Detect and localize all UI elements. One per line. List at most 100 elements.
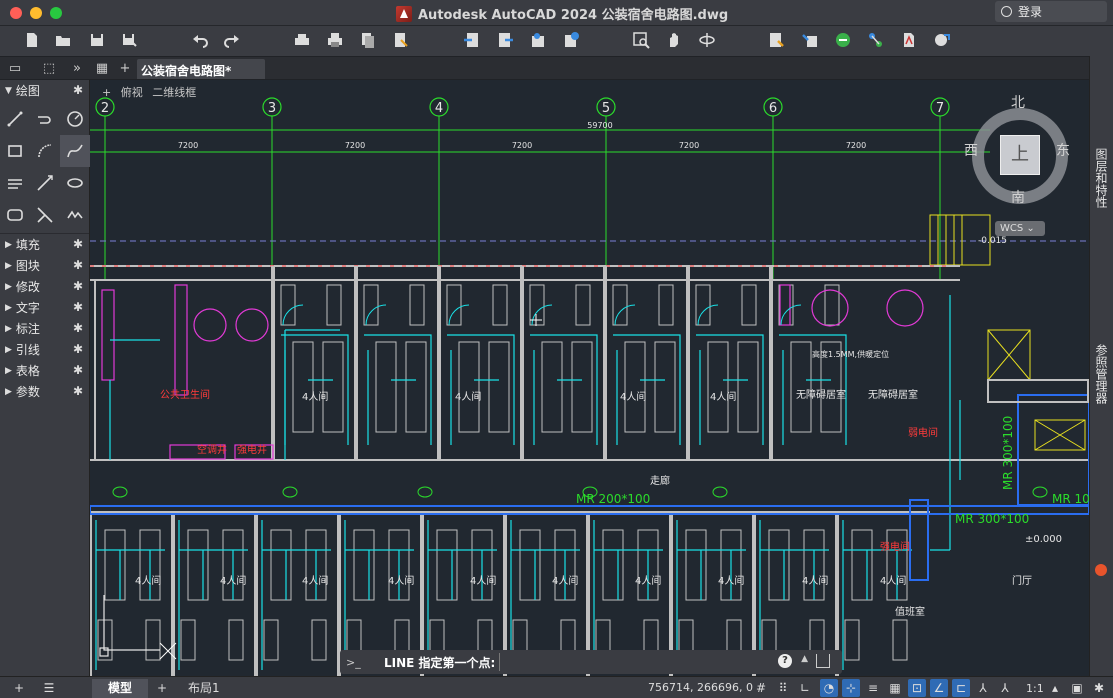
compass-west[interactable]: 西: [964, 140, 978, 160]
chevron-down-icon[interactable]: ▴: [1046, 679, 1064, 697]
circle-tool-icon[interactable]: [60, 103, 90, 135]
pan-icon[interactable]: [664, 31, 684, 49]
section-text[interactable]: ▶ 文字 ✱: [0, 297, 89, 318]
open-icon[interactable]: [53, 31, 73, 49]
command-line[interactable]: >_ LINE 指定第一个点: ? ▲: [340, 650, 842, 674]
compass-north[interactable]: 北: [1011, 92, 1025, 112]
annotation-scale[interactable]: 1:1: [1024, 679, 1046, 698]
gear-icon[interactable]: ✱: [73, 363, 83, 377]
help-icon[interactable]: ?: [778, 654, 792, 668]
command-prompt-icon[interactable]: >_: [340, 656, 380, 669]
osnap-icon[interactable]: ⊹: [842, 679, 860, 697]
ref-icon[interactable]: [561, 31, 581, 49]
list-icon[interactable]: ☰: [40, 679, 58, 697]
minimize-window-button[interactable]: [30, 7, 42, 19]
ortho-icon[interactable]: ∟: [796, 679, 814, 697]
viewcube-top-face[interactable]: 上: [1000, 135, 1040, 175]
layer-icon[interactable]: [866, 31, 886, 49]
rectangle-tool-icon[interactable]: [0, 135, 30, 167]
orbit-icon[interactable]: [697, 31, 717, 49]
tab-document[interactable]: 公装宿舍电路图*: [137, 59, 265, 79]
gear-icon[interactable]: ✱: [1090, 679, 1108, 697]
arc-tool-icon[interactable]: [30, 135, 60, 167]
section-draw[interactable]: ▼ 绘图 ✱: [0, 80, 89, 101]
lineweight-icon[interactable]: ≡: [864, 679, 882, 697]
polar-icon[interactable]: ◔: [820, 679, 838, 697]
gear-icon[interactable]: ✱: [73, 83, 83, 97]
compass-south[interactable]: 南: [1011, 187, 1025, 207]
save-icon[interactable]: [87, 31, 107, 49]
grid-icon[interactable]: #: [752, 679, 770, 697]
gear-icon[interactable]: ✱: [73, 279, 83, 293]
redo-icon[interactable]: [222, 31, 242, 49]
attach-icon[interactable]: [528, 31, 548, 49]
viewport-menu[interactable]: +: [102, 86, 111, 99]
compass-east[interactable]: 东: [1056, 140, 1070, 160]
pdf-icon[interactable]: [899, 31, 919, 49]
close-window-button[interactable]: [10, 7, 22, 19]
annotation-icon[interactable]: ⅄: [974, 679, 992, 697]
alert-icon[interactable]: [1095, 564, 1107, 576]
section-leader[interactable]: ▶ 引线 ✱: [0, 339, 89, 360]
grid-view-icon[interactable]: ▦: [93, 60, 111, 78]
line-tool-icon[interactable]: [0, 103, 30, 135]
3d-box-icon[interactable]: ⬚: [40, 60, 58, 78]
hyperlink-icon[interactable]: [833, 31, 853, 49]
saveas-icon[interactable]: [119, 31, 139, 49]
spline-tool-icon[interactable]: [60, 135, 90, 167]
mline-tool-icon[interactable]: [0, 167, 30, 199]
revcloud-tool-icon[interactable]: [60, 199, 90, 231]
login-button[interactable]: 登录: [995, 1, 1107, 22]
section-dimension[interactable]: ▶ 标注 ✱: [0, 318, 89, 339]
new-tab-icon[interactable]: +: [116, 60, 134, 78]
batch-icon[interactable]: [391, 31, 411, 49]
viewport-rect-icon[interactable]: ▭: [6, 60, 24, 78]
layers-panel-tab[interactable]: 图层和特性: [1093, 148, 1110, 208]
chevron-up-icon[interactable]: ▲: [801, 654, 808, 664]
plot-icon[interactable]: [325, 31, 345, 49]
zoom-icon[interactable]: [631, 31, 651, 49]
view-label[interactable]: 俯视: [121, 86, 143, 99]
selection-cycling-icon[interactable]: ⊡: [908, 679, 926, 697]
fullscreen-icon[interactable]: ▣: [1068, 679, 1086, 697]
refs-panel-tab[interactable]: 参照管理器: [1093, 344, 1110, 404]
section-block[interactable]: ▶ 图块 ✱: [0, 255, 89, 276]
xline-tool-icon[interactable]: [30, 167, 60, 199]
annotation-visibility-icon[interactable]: ⅄: [996, 679, 1014, 697]
add-layout-icon[interactable]: +: [153, 679, 171, 697]
publish-icon[interactable]: [358, 31, 378, 49]
region-tool-icon[interactable]: [0, 199, 30, 231]
section-table[interactable]: ▶ 表格 ✱: [0, 360, 89, 381]
snap-icon[interactable]: ⠿: [774, 679, 792, 697]
new-icon[interactable]: [22, 31, 42, 49]
gear-icon[interactable]: ✱: [73, 237, 83, 251]
collapse-palette-icon[interactable]: »: [68, 60, 86, 78]
matchprop-icon[interactable]: [800, 31, 820, 49]
section-hatch[interactable]: ▶ 填充 ✱: [0, 234, 89, 255]
share-icon[interactable]: [816, 654, 830, 668]
properties-icon[interactable]: [767, 31, 787, 49]
sheet-icon[interactable]: [932, 31, 952, 49]
import-icon[interactable]: [462, 31, 482, 49]
gear-icon[interactable]: ✱: [73, 300, 83, 314]
ray-tool-icon[interactable]: [30, 199, 60, 231]
gear-icon[interactable]: ✱: [73, 258, 83, 272]
polyline-tool-icon[interactable]: [30, 103, 60, 135]
export-icon[interactable]: [495, 31, 515, 49]
section-parameter[interactable]: ▶ 参数 ✱: [0, 381, 89, 402]
gear-icon[interactable]: ✱: [73, 321, 83, 335]
ellipse-tool-icon[interactable]: [60, 167, 90, 199]
osnap-tracking-icon[interactable]: ∠: [930, 679, 948, 697]
drawing-canvas[interactable]: 2 3 4 5 6 7 7200 7200 7200 7200 7200 597…: [90, 80, 1089, 676]
wcs-dropdown[interactable]: WCS ⌄: [995, 221, 1045, 236]
print-icon[interactable]: [292, 31, 312, 49]
tab-layout1[interactable]: 布局1: [180, 679, 228, 698]
tab-model[interactable]: 模型: [92, 679, 148, 698]
viewcube[interactable]: 上 北 南 东 西: [964, 92, 1076, 206]
gear-icon[interactable]: ✱: [73, 384, 83, 398]
gear-icon[interactable]: ✱: [73, 342, 83, 356]
transparency-icon[interactable]: ▦: [886, 679, 904, 697]
add-icon[interactable]: +: [10, 679, 28, 697]
zoom-window-button[interactable]: [50, 7, 62, 19]
visual-style-label[interactable]: 二维线框: [152, 86, 196, 99]
